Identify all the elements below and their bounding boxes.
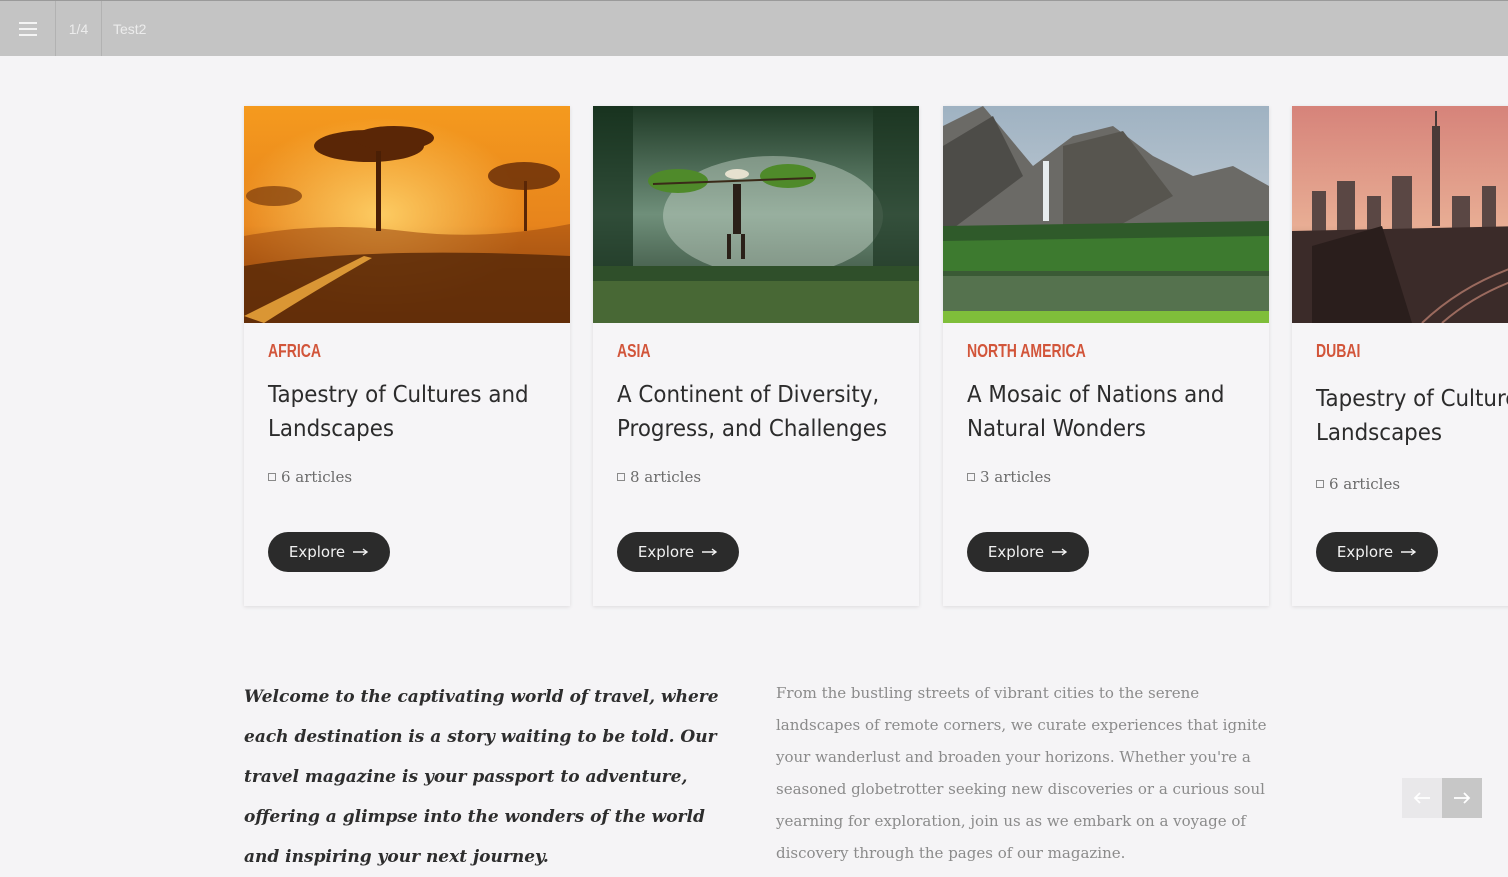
document-title: Test2 bbox=[113, 21, 147, 37]
card-title[interactable]: Tapestry of Cultures and Landscapes bbox=[268, 378, 547, 446]
card-article-count: 8 articles bbox=[617, 468, 701, 486]
square-bullet-icon bbox=[268, 473, 276, 481]
explore-button-label: Explore bbox=[987, 543, 1045, 561]
card-image-city-skyline bbox=[1292, 106, 1508, 323]
square-bullet-icon bbox=[1316, 480, 1324, 488]
card-article-count: 6 articles bbox=[1316, 475, 1400, 493]
card-article-count-text: 6 articles bbox=[1329, 475, 1401, 493]
top-bar: 1/4 Test2 bbox=[0, 0, 1508, 56]
region-card-dubai[interactable]: DUBAI Tapestry of Cultures and Landscape… bbox=[1292, 106, 1508, 606]
card-region-label: DUBAI bbox=[1316, 341, 1361, 361]
card-article-count-text: 8 articles bbox=[630, 468, 702, 486]
explore-button[interactable]: Explore bbox=[967, 532, 1089, 572]
card-article-count: 3 articles bbox=[967, 468, 1051, 486]
card-region-label: AFRICA bbox=[268, 341, 322, 361]
cards-carousel: AFRICA Tapestry of Cultures and Landscap… bbox=[0, 56, 1508, 626]
card-article-count: 6 articles bbox=[268, 468, 352, 486]
intro-paragraph: Welcome to the captivating world of trav… bbox=[244, 687, 719, 867]
card-title[interactable]: Tapestry of Cultures and Landscapes bbox=[1316, 382, 1508, 450]
explore-button-label: Explore bbox=[637, 543, 695, 561]
card-article-count-text: 3 articles bbox=[980, 468, 1052, 486]
menu-button[interactable] bbox=[0, 1, 56, 56]
explore-button[interactable]: Explore bbox=[1316, 532, 1438, 572]
card-title[interactable]: A Mosaic of Nations and Natural Wonders bbox=[967, 378, 1246, 446]
region-card-north-america[interactable]: NORTH AMERICA A Mosaic of Nations and Na… bbox=[943, 106, 1269, 606]
description-paragraph: From the bustling streets of vibrant cit… bbox=[776, 684, 1267, 862]
card-article-count-text: 6 articles bbox=[281, 468, 353, 486]
arrow-right-icon bbox=[702, 548, 718, 556]
page-indicator: 1/4 bbox=[56, 1, 102, 56]
arrow-right-icon bbox=[353, 548, 369, 556]
region-card-asia[interactable]: ASIA A Continent of Diversity, Progress,… bbox=[593, 106, 919, 606]
explore-button-label: Explore bbox=[288, 543, 346, 561]
explore-button-label: Explore bbox=[1336, 543, 1394, 561]
hamburger-menu-icon bbox=[18, 21, 37, 36]
card-image-savanna bbox=[244, 106, 570, 323]
square-bullet-icon bbox=[617, 473, 625, 481]
card-title[interactable]: A Continent of Diversity, Progress, and … bbox=[617, 378, 896, 446]
explore-button[interactable]: Explore bbox=[268, 532, 390, 572]
previous-slide-button[interactable] bbox=[1402, 778, 1442, 818]
region-card-africa[interactable]: AFRICA Tapestry of Cultures and Landscap… bbox=[244, 106, 570, 606]
arrow-left-icon bbox=[1413, 792, 1430, 804]
card-region-label: ASIA bbox=[617, 341, 651, 361]
card-image-mountain-lake bbox=[943, 106, 1269, 323]
square-bullet-icon bbox=[967, 473, 975, 481]
card-image-rice-farmer bbox=[593, 106, 919, 323]
next-slide-button[interactable] bbox=[1442, 778, 1482, 818]
arrow-right-icon bbox=[1052, 548, 1068, 556]
arrow-right-icon bbox=[1454, 792, 1471, 804]
arrow-right-icon bbox=[1401, 548, 1417, 556]
card-region-label: NORTH AMERICA bbox=[967, 341, 1086, 361]
explore-button[interactable]: Explore bbox=[617, 532, 739, 572]
